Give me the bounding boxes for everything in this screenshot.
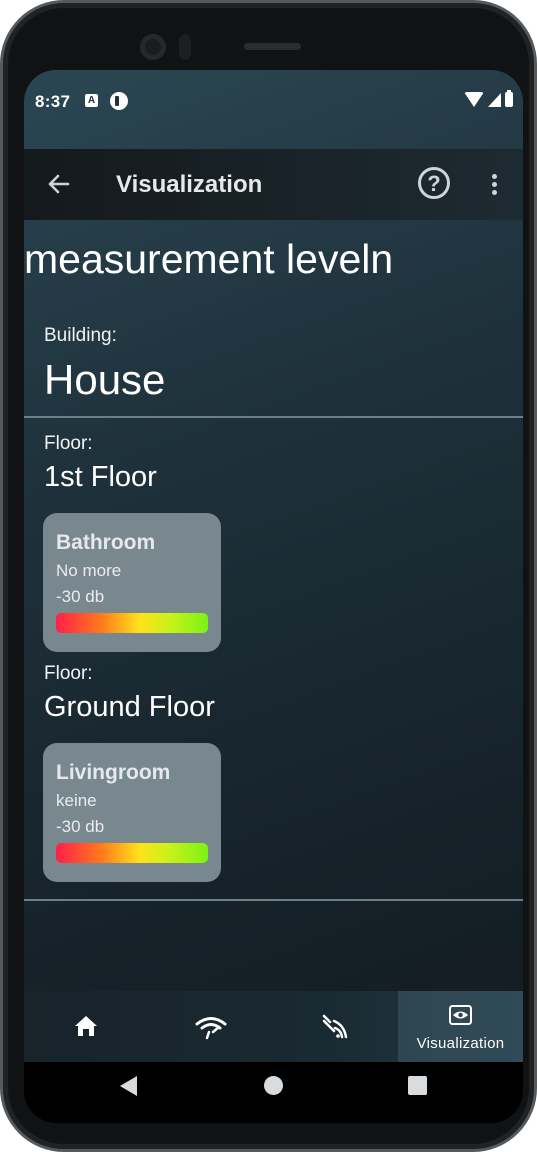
- back-button[interactable]: [38, 163, 80, 205]
- system-navigation-bar: [24, 1062, 523, 1123]
- cellular-signal-icon: [488, 92, 501, 107]
- page-heading: measurement leveln: [24, 236, 394, 282]
- building-divider: [24, 416, 523, 418]
- app-shield-icon: [110, 92, 128, 110]
- room-status: No more: [56, 561, 122, 580]
- battery-icon: [505, 90, 513, 107]
- front-camera: [140, 34, 166, 60]
- home-icon: [75, 1016, 97, 1036]
- nav-label: Visualization: [416, 1035, 505, 1052]
- earpiece-speaker: [244, 43, 301, 50]
- nav-back-icon[interactable]: [120, 1076, 137, 1096]
- help-circle-icon: ?: [427, 171, 441, 196]
- room-level: -30 db: [56, 817, 105, 836]
- nav-recents-icon[interactable]: [408, 1076, 427, 1095]
- wifi-router-icon: [195, 1017, 227, 1040]
- system-status-icons: [464, 90, 513, 107]
- room-status: keine: [56, 791, 97, 810]
- status-time: 8:37: [35, 92, 71, 111]
- floor-label: Floor:: [44, 663, 93, 684]
- floors-divider: [24, 899, 523, 901]
- room-level: -30 db: [56, 587, 105, 606]
- nav-network[interactable]: [149, 991, 274, 1062]
- bottom-navigation: Visualization: [24, 991, 523, 1062]
- help-button[interactable]: ?: [418, 167, 450, 199]
- room-name: Bathroom: [56, 531, 156, 554]
- nav-home-icon[interactable]: [264, 1076, 283, 1095]
- building-name: House: [44, 356, 166, 403]
- floor-name: 1st Floor: [44, 461, 157, 493]
- wifi-icon: [464, 92, 484, 107]
- level-gradient-bar: [56, 843, 208, 863]
- status-bar: 8:37 A: [24, 70, 523, 134]
- nav-home[interactable]: [24, 991, 149, 1062]
- nav-signal[interactable]: [274, 991, 399, 1062]
- app-a-icon: A: [85, 94, 98, 107]
- app-title: Visualization: [116, 171, 263, 198]
- more-options-button[interactable]: [482, 169, 506, 201]
- room-card-livingroom[interactable]: Livingroom keine -30 db: [43, 743, 221, 882]
- nav-visualization[interactable]: Visualization: [398, 991, 523, 1062]
- signal-waves-icon: [322, 1014, 348, 1039]
- eye-visualization-icon: [449, 1005, 472, 1025]
- app-bar: Visualization ?: [24, 149, 523, 220]
- level-gradient-bar: [56, 613, 208, 633]
- floor-name: Ground Floor: [44, 691, 215, 723]
- screen: 8:37 A Visualization ? measurement level…: [24, 70, 523, 1123]
- camera-sensor: [179, 34, 191, 60]
- phone-frame: 8:37 A Visualization ? measurement level…: [0, 0, 537, 1152]
- floor-label: Floor:: [44, 433, 93, 454]
- room-card-bathroom[interactable]: Bathroom No more -30 db: [43, 513, 221, 652]
- building-label: Building:: [44, 325, 117, 346]
- arrow-left-icon: [48, 174, 70, 194]
- room-name: Livingroom: [56, 761, 171, 784]
